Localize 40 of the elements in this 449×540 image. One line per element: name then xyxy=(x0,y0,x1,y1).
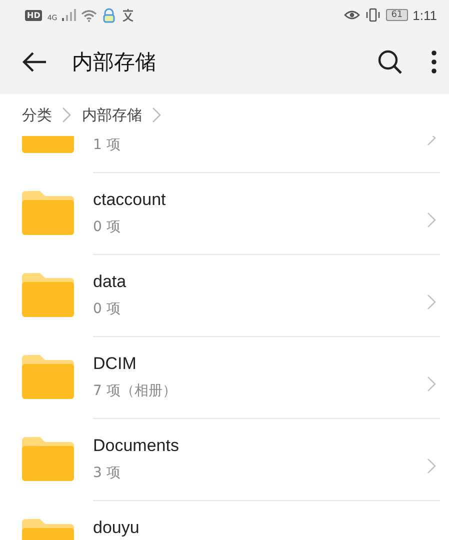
folder-icon xyxy=(22,355,74,399)
folder-name: douyu xyxy=(93,518,140,538)
folder-name: Documents xyxy=(93,436,180,456)
item-count: 3 项 xyxy=(93,464,122,482)
search-button[interactable] xyxy=(377,49,403,75)
chevron-icon xyxy=(427,212,437,228)
folder-icon xyxy=(22,191,74,235)
chevron-icon xyxy=(427,294,437,310)
folder-icon xyxy=(22,273,74,317)
signal-icon xyxy=(62,9,76,21)
folder-name: DCIM xyxy=(93,354,138,374)
chevron-icon xyxy=(427,458,437,474)
folder-row[interactable]: data 0 项 xyxy=(0,255,449,337)
item-count: 0 项 xyxy=(93,218,122,236)
chevron-icon xyxy=(152,107,162,123)
folder-icon xyxy=(22,437,74,481)
folder-row[interactable]: 1 项 xyxy=(0,136,449,173)
more-button[interactable] xyxy=(431,50,437,74)
lock-icon xyxy=(102,8,116,22)
wifi-icon xyxy=(81,8,98,22)
breadcrumb-item[interactable]: 内部存储 xyxy=(82,106,142,124)
vibrate-icon xyxy=(365,8,382,22)
folder-row[interactable]: Documents 3 项 xyxy=(0,419,449,501)
translate-icon xyxy=(121,8,136,22)
clock: 1:11 xyxy=(412,8,437,22)
folder-name: data xyxy=(93,272,128,292)
chevron-icon xyxy=(62,107,72,123)
item-count: 7 项（相册） xyxy=(93,382,178,400)
eye-icon xyxy=(344,9,360,21)
chevron-icon xyxy=(427,376,437,392)
item-count: 0 项 xyxy=(93,300,122,318)
folder-name: ctaccount xyxy=(93,190,167,210)
folder-row[interactable]: DCIM 7 项（相册） xyxy=(0,337,449,419)
page-title: 内部存储 xyxy=(72,49,157,76)
battery-icon: 61 xyxy=(386,9,408,21)
back-button[interactable] xyxy=(22,51,48,73)
hd-badge: HD xyxy=(25,10,42,20)
breadcrumb-item[interactable]: 分类 xyxy=(22,106,52,124)
item-count: 1 项 xyxy=(93,136,122,154)
folder-row[interactable]: ctaccount 0 项 xyxy=(0,173,449,255)
